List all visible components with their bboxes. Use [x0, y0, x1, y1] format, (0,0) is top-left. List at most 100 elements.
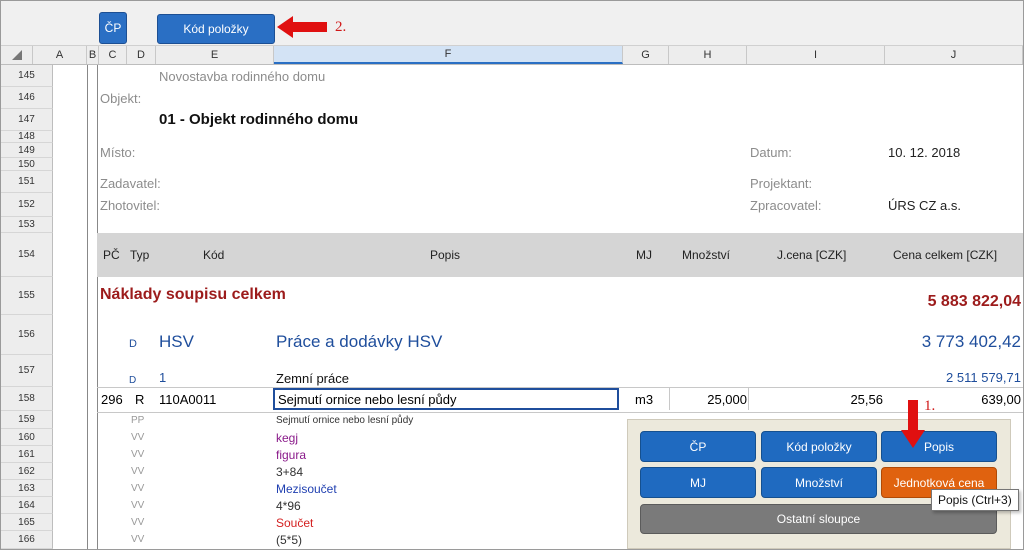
- column-header-a[interactable]: A: [33, 46, 87, 64]
- red-arrow-left-icon: [277, 16, 327, 38]
- spreadsheet-window: ČP Kód položky 2. A B C D E F G H I J 14…: [0, 0, 1024, 550]
- header-jcena: J.cena [CZK]: [777, 248, 847, 262]
- hsv-d: D: [129, 338, 137, 350]
- hsv-name: Práce a dodávky HSV: [276, 332, 443, 351]
- panel-unit-button[interactable]: MJ: [640, 467, 756, 498]
- earth-name: Zemní práce: [276, 371, 349, 386]
- row-header[interactable]: 149: [1, 143, 53, 158]
- row-header[interactable]: 156: [1, 315, 53, 355]
- row-header[interactable]: 151: [1, 171, 53, 193]
- hsv-value: 3 773 402,42: [921, 332, 1021, 351]
- column-header-h[interactable]: H: [669, 46, 747, 64]
- contractor-label: Zhotovitel:: [100, 198, 160, 213]
- detail-text: Mezisoučet: [276, 482, 337, 496]
- item-jcena[interactable]: 25,56: [850, 392, 883, 407]
- detail-text: kegj: [276, 431, 299, 445]
- item-mnozstvi[interactable]: 25,000: [707, 392, 747, 407]
- detail-type: VV: [131, 466, 145, 477]
- detail-type: VV: [131, 500, 145, 511]
- building-name: Novostavba rodinného domu: [159, 69, 326, 84]
- item-typ[interactable]: R: [135, 392, 144, 407]
- row-header[interactable]: 165: [1, 514, 53, 531]
- tooltip: Popis (Ctrl+3): [931, 489, 1019, 511]
- red-arrow-down-icon: [901, 400, 925, 448]
- object-name: 01 - Objekt rodinného domu: [159, 111, 359, 128]
- column-header-c[interactable]: C: [99, 46, 127, 64]
- detail-type: VV: [131, 449, 145, 460]
- client-label: Zadavatel:: [100, 176, 161, 191]
- processor-label: Zpracovatel:: [750, 198, 822, 213]
- row-header[interactable]: 162: [1, 463, 53, 480]
- place-label: Místo:: [100, 145, 136, 160]
- row-header[interactable]: 159: [1, 411, 53, 429]
- item-pc[interactable]: 296: [101, 392, 123, 407]
- detail-text: 4*96: [276, 499, 301, 513]
- column-header-f[interactable]: F: [274, 46, 623, 64]
- table-row: 296 R 110A0011 Sejmutí ornice nebo lesní…: [97, 387, 1023, 413]
- column-divider: [97, 65, 98, 549]
- annotation-1: 1.: [924, 398, 936, 414]
- header-kod: Kód: [203, 248, 225, 262]
- date-value: 10. 12. 2018: [888, 145, 961, 160]
- detail-type: VV: [131, 517, 145, 528]
- detail-text: Součet: [276, 516, 314, 530]
- column-header-e[interactable]: E: [156, 46, 274, 64]
- row-header[interactable]: 161: [1, 446, 53, 463]
- processor-value: ÚRS CZ a.s.: [888, 198, 961, 213]
- row-header[interactable]: 147: [1, 109, 53, 131]
- item-popis-cell[interactable]: Sejmutí ornice nebo lesní půdy: [273, 388, 619, 410]
- row-header[interactable]: 157: [1, 355, 53, 387]
- item-kod[interactable]: 110A0011: [159, 392, 216, 407]
- row-header[interactable]: 160: [1, 429, 53, 446]
- row-header[interactable]: 166: [1, 531, 53, 549]
- earth-value: 2 511 579,71: [946, 370, 1021, 385]
- panel-description-button[interactable]: Popis: [881, 431, 997, 462]
- row-header[interactable]: 152: [1, 193, 53, 217]
- row-header[interactable]: 145: [1, 65, 53, 87]
- panel-quantity-button[interactable]: Množství: [761, 467, 877, 498]
- row-header[interactable]: 164: [1, 497, 53, 514]
- earth-d: D: [129, 375, 137, 386]
- detail-text: figura: [276, 448, 307, 462]
- detail-type: VV: [131, 534, 145, 545]
- column-header-b[interactable]: B: [87, 46, 99, 64]
- item-celkem[interactable]: 639,00: [981, 392, 1021, 407]
- designer-label: Projektant:: [750, 176, 813, 191]
- earth-code: 1: [159, 370, 167, 385]
- date-label: Datum:: [750, 145, 792, 160]
- panel-cp-button[interactable]: ČP: [640, 431, 756, 462]
- detail-text: (5*5): [276, 533, 303, 547]
- detail-type: VV: [131, 483, 145, 494]
- column-header-j[interactable]: J: [885, 46, 1023, 64]
- header-pc: PČ: [103, 248, 120, 262]
- annotation-2: 2.: [335, 19, 347, 35]
- header-mnozstvi: Množství: [682, 248, 731, 262]
- row-header[interactable]: 148: [1, 131, 53, 143]
- row-header[interactable]: 150: [1, 158, 53, 171]
- object-label: Objekt:: [100, 91, 142, 106]
- total-label: Náklady soupisu celkem: [100, 286, 286, 303]
- row-header[interactable]: 163: [1, 480, 53, 497]
- header-popis: Popis: [430, 248, 461, 262]
- row-header[interactable]: 153: [1, 217, 53, 233]
- column-header-g[interactable]: G: [623, 46, 669, 64]
- header-celkem: Cena celkem [CZK]: [893, 248, 998, 262]
- row-header[interactable]: 154: [1, 233, 53, 277]
- select-all-corner[interactable]: [1, 46, 33, 64]
- column-header-d[interactable]: D: [127, 46, 156, 64]
- column-divider: [87, 65, 88, 549]
- header-mj: MJ: [636, 248, 652, 262]
- detail-type: PP: [131, 415, 145, 426]
- column-header-i[interactable]: I: [747, 46, 885, 64]
- item-mj[interactable]: m3: [635, 392, 653, 407]
- row-header[interactable]: 146: [1, 87, 53, 109]
- table-header: [97, 233, 1023, 277]
- row-header[interactable]: 155: [1, 277, 53, 315]
- detail-type: VV: [131, 432, 145, 443]
- panel-item-code-button[interactable]: Kód položky: [761, 431, 877, 462]
- cp-toolbar-button[interactable]: ČP: [99, 12, 127, 44]
- hsv-code: HSV: [159, 332, 194, 351]
- column-headers: A B C D E F G H I J: [1, 46, 1023, 65]
- item-code-toolbar-button[interactable]: Kód položky: [157, 14, 275, 44]
- row-header[interactable]: 158: [1, 387, 53, 411]
